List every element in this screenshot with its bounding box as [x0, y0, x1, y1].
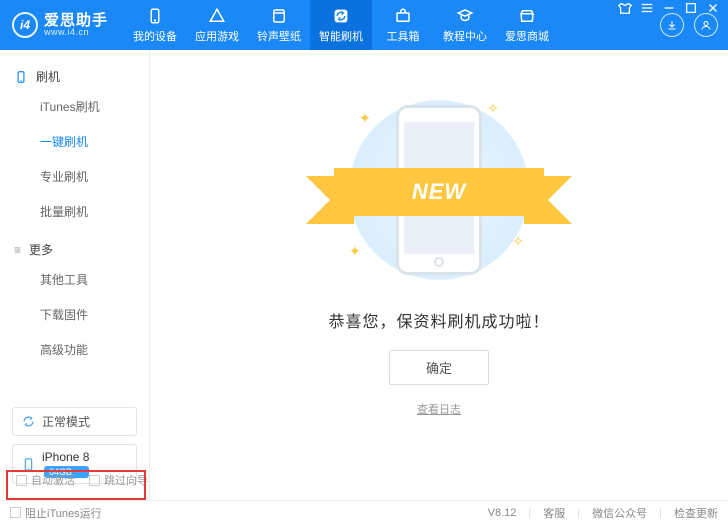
content-area: ✦ ✧ ✦ ✧ NEW 恭喜您，保资料刷机成功啦！ 确定 查看日志: [150, 50, 728, 500]
main-nav: 我的设备 应用游戏 铃声壁纸 智能刷机 工具箱 教程中心 爱思商城: [124, 0, 558, 50]
sidebar-item-pro-flash[interactable]: 专业刷机: [0, 159, 149, 194]
refresh-icon: [21, 414, 36, 429]
nav-label: 智能刷机: [319, 28, 363, 44]
checkbox-icon: [89, 475, 100, 486]
nav-store[interactable]: 爱思商城: [496, 0, 558, 50]
section-title: 更多: [29, 241, 53, 258]
nav-tutorials[interactable]: 教程中心: [434, 0, 496, 50]
support-link[interactable]: 客服: [543, 505, 565, 521]
checkbox-icon: [10, 507, 21, 518]
app-logo: i4 爱思助手 www.i4.cn: [0, 12, 116, 38]
phone-icon: [146, 7, 164, 25]
flash-icon: [332, 7, 350, 25]
device-icon: [14, 70, 28, 84]
tutorials-icon: [456, 7, 474, 25]
toolbox-icon: [394, 7, 412, 25]
close-icon[interactable]: [706, 1, 720, 15]
sidebar-item-other-tools[interactable]: 其他工具: [0, 262, 149, 297]
status-bar: 阻止iTunes运行 V8.12 | 客服 | 微信公众号 | 检查更新: [0, 500, 728, 524]
apps-icon: [208, 7, 226, 25]
sidebar-section-more[interactable]: ≡ 更多: [0, 237, 149, 262]
device-name: iPhone 8: [42, 450, 89, 464]
ringtones-icon: [270, 7, 288, 25]
skip-guide-checkbox[interactable]: 跳过向导: [89, 472, 148, 488]
more-icon: ≡: [14, 243, 21, 257]
version-label: V8.12: [488, 507, 517, 519]
check-update-link[interactable]: 检查更新: [674, 505, 718, 521]
checkbox-label: 自动激活: [31, 472, 75, 488]
user-button[interactable]: [694, 13, 718, 37]
checkbox-label: 跳过向导: [104, 472, 148, 488]
menu-icon[interactable]: [640, 1, 654, 15]
logo-title: 爱思助手: [44, 13, 108, 28]
nav-label: 我的设备: [133, 28, 177, 44]
nav-label: 爱思商城: [505, 28, 549, 44]
nav-toolbox[interactable]: 工具箱: [372, 0, 434, 50]
view-log-link[interactable]: 查看日志: [417, 401, 461, 417]
sidebar-section-flash[interactable]: 刷机: [0, 64, 149, 89]
sidebar: 刷机 iTunes刷机 一键刷机 专业刷机 批量刷机 ≡ 更多 其他工具 下载固…: [0, 50, 150, 500]
section-title: 刷机: [36, 68, 60, 85]
minimize-icon[interactable]: [662, 1, 676, 15]
sidebar-item-itunes-flash[interactable]: iTunes刷机: [0, 89, 149, 124]
success-message: 恭喜您，保资料刷机成功啦！: [328, 308, 549, 332]
checkbox-label: 阻止iTunes运行: [25, 505, 102, 521]
mode-label: 正常模式: [42, 413, 90, 430]
store-icon: [518, 7, 536, 25]
logo-subtitle: www.i4.cn: [44, 28, 108, 37]
checkbox-icon: [16, 475, 27, 486]
sidebar-item-oneclick-flash[interactable]: 一键刷机: [0, 124, 149, 159]
nav-my-device[interactable]: 我的设备: [124, 0, 186, 50]
maximize-icon[interactable]: [684, 1, 698, 15]
sidebar-item-download-firmware[interactable]: 下载固件: [0, 297, 149, 332]
tshirt-icon[interactable]: [618, 1, 632, 15]
bottom-options: 自动激活 跳过向导: [10, 464, 154, 496]
wechat-link[interactable]: 微信公众号: [592, 505, 647, 521]
download-button[interactable]: [660, 13, 684, 37]
logo-badge: i4: [12, 12, 38, 38]
nav-label: 铃声壁纸: [257, 28, 301, 44]
nav-flash[interactable]: 智能刷机: [310, 0, 372, 50]
auto-activate-checkbox[interactable]: 自动激活: [16, 472, 75, 488]
nav-label: 应用游戏: [195, 28, 239, 44]
success-illustration: ✦ ✧ ✦ ✧ NEW: [329, 90, 549, 290]
nav-label: 工具箱: [387, 28, 420, 44]
sidebar-item-advanced[interactable]: 高级功能: [0, 332, 149, 367]
sidebar-item-batch-flash[interactable]: 批量刷机: [0, 194, 149, 229]
nav-ringtones[interactable]: 铃声壁纸: [248, 0, 310, 50]
device-mode-chip[interactable]: 正常模式: [12, 407, 137, 436]
ribbon-text: NEW: [412, 179, 466, 205]
nav-label: 教程中心: [443, 28, 487, 44]
ok-button[interactable]: 确定: [389, 350, 489, 385]
nav-apps[interactable]: 应用游戏: [186, 0, 248, 50]
block-itunes-checkbox[interactable]: 阻止iTunes运行: [10, 505, 102, 521]
